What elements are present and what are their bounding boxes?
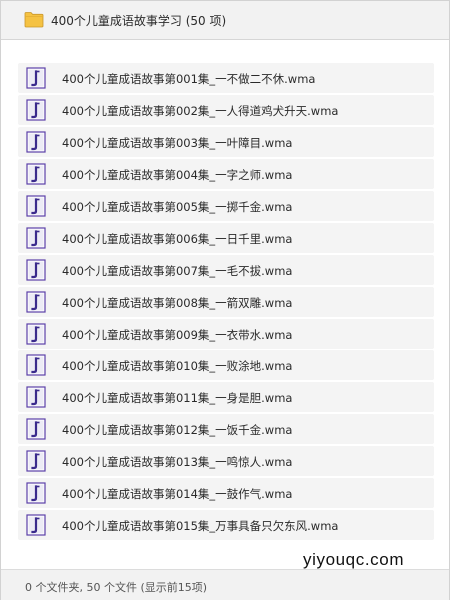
file-row[interactable]: 400个儿童成语故事第014集_一鼓作气.wma (18, 478, 434, 509)
file-name: 400个儿童成语故事第003集_一叶障目.wma (62, 135, 293, 150)
status-summary: 0 个文件夹, 50 个文件 (显示前15项) (25, 581, 208, 594)
file-name: 400个儿童成语故事第005集_一掷千金.wma (62, 199, 293, 214)
file-name: 400个儿童成语故事第011集_一身是胆.wma (62, 391, 293, 406)
file-row[interactable]: 400个儿童成语故事第010集_一败涂地.wma (18, 350, 434, 381)
folder-header: 400个儿童成语故事学习 (50 项) (1, 1, 449, 40)
file-name: 400个儿童成语故事第015集_万事具备只欠东风.wma (62, 519, 339, 534)
file-name: 400个儿童成语故事第010集_一败涂地.wma (62, 359, 293, 374)
file-list-window: 400个儿童成语故事学习 (50 项) 400个儿童成语故事第001集_一不做二… (0, 0, 450, 600)
file-name: 400个儿童成语故事第004集_一字之师.wma (62, 167, 293, 182)
audio-file-icon (26, 131, 46, 153)
audio-file-icon (26, 514, 46, 536)
file-name: 400个儿童成语故事第008集_一箭双雕.wma (62, 295, 293, 310)
audio-file-icon (26, 386, 46, 408)
audio-file-icon (26, 482, 46, 504)
file-name: 400个儿童成语故事第001集_一不做二不休.wma (62, 72, 316, 86)
watermark: yiyouqc.com (303, 550, 405, 569)
audio-file-icon (26, 418, 46, 440)
audio-file-icon (26, 163, 46, 185)
file-row[interactable]: 400个儿童成语故事第005集_一掷千金.wma (18, 190, 434, 221)
file-name: 400个儿童成语故事第007集_一毛不拔.wma (62, 263, 293, 278)
file-row[interactable]: 400个儿童成语故事第001集_一不做二不休.wma (18, 63, 434, 93)
file-name: 400个儿童成语故事第009集_一衣带水.wma (62, 327, 293, 342)
file-row[interactable]: 400个儿童成语故事第013集_一鸣惊人.wma (18, 446, 434, 477)
folder-icon (24, 12, 44, 28)
file-list: 400个儿童成语故事第001集_一不做二不休.wma 400个儿童成语故事第002… (18, 63, 434, 542)
audio-file-icon (26, 259, 46, 281)
file-row[interactable]: 400个儿童成语故事第004集_一字之师.wma (18, 158, 434, 189)
audio-file-icon (26, 195, 46, 217)
audio-file-icon (26, 322, 46, 345)
file-row[interactable]: 400个儿童成语故事第006集_一日千里.wma (18, 222, 434, 253)
file-row[interactable]: 400个儿童成语故事第008集_一箭双雕.wma (18, 286, 434, 317)
file-name: 400个儿童成语故事第013集_一鸣惊人.wma (62, 455, 293, 470)
file-row[interactable]: 400个儿童成语故事第002集_一人得道鸡犬升天.wma (18, 94, 434, 125)
file-row[interactable]: 400个儿童成语故事第009集_一衣带水.wma (18, 318, 434, 349)
file-name: 400个儿童成语故事第002集_一人得道鸡犬升天.wma (62, 103, 339, 118)
status-bar: 0 个文件夹, 50 个文件 (显示前15项) (1, 569, 449, 600)
audio-file-icon (26, 67, 46, 89)
audio-file-icon (26, 99, 46, 121)
file-row[interactable]: 400个儿童成语故事第012集_一饭千金.wma (18, 414, 434, 445)
file-row[interactable]: 400个儿童成语故事第015集_万事具备只欠东风.wma (18, 510, 434, 541)
file-row[interactable]: 400个儿童成语故事第003集_一叶障目.wma (18, 126, 434, 157)
file-row[interactable]: 400个儿童成语故事第011集_一身是胆.wma (18, 382, 434, 413)
audio-file-icon (26, 290, 46, 313)
file-row[interactable]: 400个儿童成语故事第007集_一毛不拔.wma (18, 254, 434, 285)
file-name: 400个儿童成语故事第006集_一日千里.wma (62, 231, 293, 246)
file-name: 400个儿童成语故事第012集_一饭千金.wma (62, 423, 293, 438)
audio-file-icon (26, 354, 46, 377)
folder-title: 400个儿童成语故事学习 (50 项) (51, 14, 227, 28)
file-name: 400个儿童成语故事第014集_一鼓作气.wma (62, 487, 293, 502)
audio-file-icon (26, 227, 46, 249)
audio-file-icon (26, 450, 46, 472)
